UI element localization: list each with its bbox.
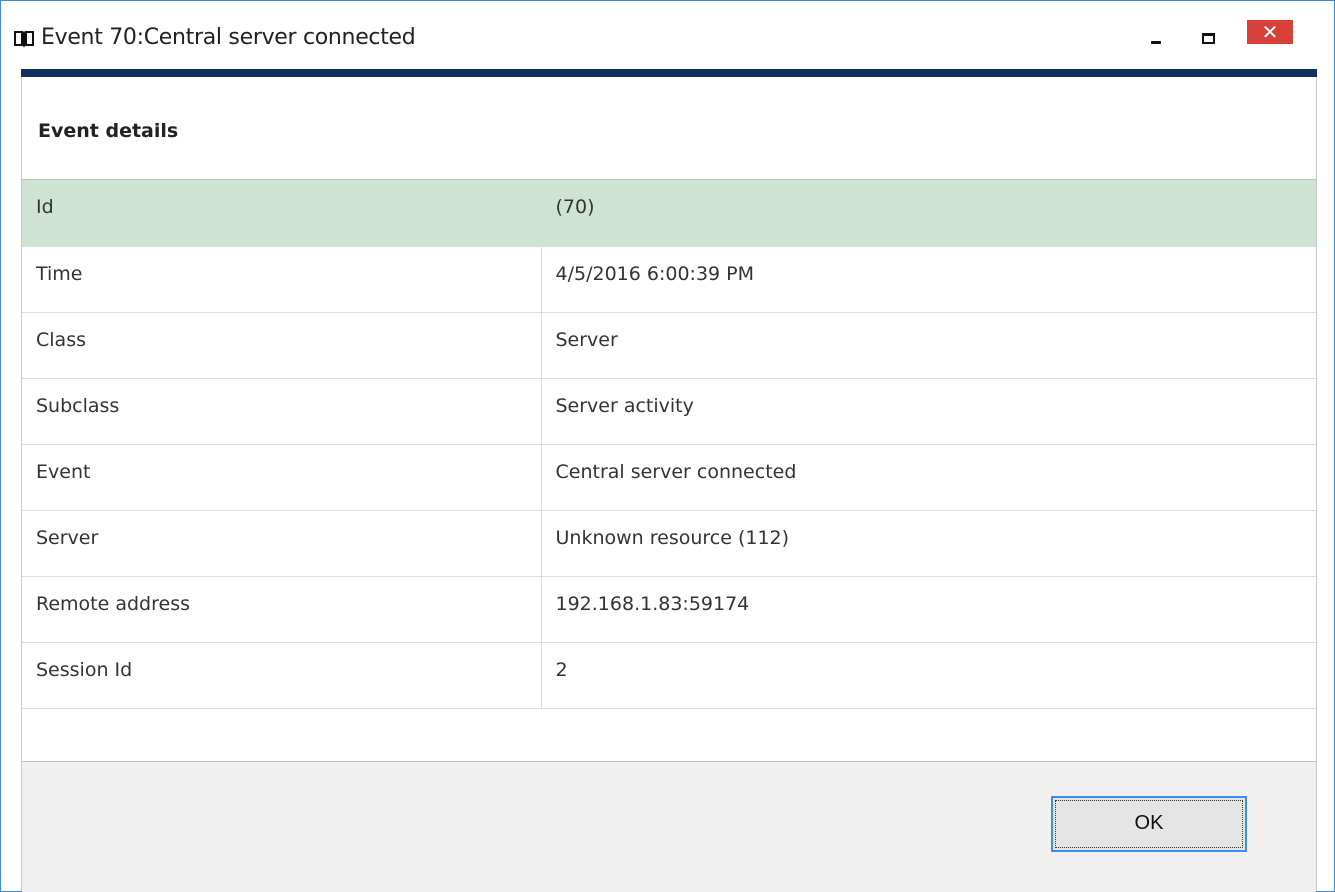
details-row-value: Server bbox=[541, 312, 1316, 379]
details-row-key: Server bbox=[22, 510, 542, 577]
minimize-icon bbox=[1151, 41, 1161, 44]
details-row[interactable]: Class Server bbox=[22, 312, 1316, 379]
details-row-key: Id bbox=[22, 180, 542, 247]
details-table: Id (70) Time 4/5/2016 6:00:39 PM Class Server… bbox=[22, 180, 1316, 709]
dialog-footer: OK bbox=[22, 761, 1316, 892]
details-row-key: Subclass bbox=[22, 378, 542, 445]
details-row[interactable]: Id (70) bbox=[22, 180, 1316, 247]
details-row[interactable]: Remote address 192.168.1.83:59174 bbox=[22, 576, 1316, 643]
details-row[interactable]: Server Unknown resource (112) bbox=[22, 510, 1316, 577]
details-row[interactable]: Subclass Server activity bbox=[22, 378, 1316, 445]
close-icon: ✕ bbox=[1261, 20, 1279, 44]
details-row-value: 4/5/2016 6:00:39 PM bbox=[541, 246, 1316, 313]
maximize-button[interactable] bbox=[1189, 23, 1229, 53]
details-row-value: Server activity bbox=[541, 378, 1316, 445]
close-button[interactable]: ✕ bbox=[1247, 20, 1293, 44]
details-row[interactable]: Session Id 2 bbox=[22, 642, 1316, 709]
event-details-window: Event 70:Central server connected ✕ Even… bbox=[0, 0, 1335, 892]
title-bar[interactable]: Event 70:Central server connected ✕ bbox=[1, 1, 1334, 69]
details-row-key: Session Id bbox=[22, 642, 542, 709]
details-row[interactable]: Event Central server connected bbox=[22, 444, 1316, 511]
book-icon bbox=[14, 31, 34, 48]
ok-button[interactable]: OK bbox=[1051, 796, 1247, 852]
details-row[interactable]: Time 4/5/2016 6:00:39 PM bbox=[22, 246, 1316, 313]
details-row-value: Central server connected bbox=[541, 444, 1316, 511]
dialog-content: Event details Id (70) Time 4/5/2016 6:00:39… bbox=[21, 77, 1317, 892]
focus-rectangle bbox=[1055, 800, 1243, 848]
details-row-value: Unknown resource (112) bbox=[541, 510, 1316, 577]
window-title: Event 70:Central server connected bbox=[41, 25, 416, 50]
details-row-key: Remote address bbox=[22, 576, 542, 643]
section-header: Event details bbox=[22, 77, 1316, 180]
details-row-value: 2 bbox=[541, 642, 1316, 709]
maximize-icon bbox=[1202, 33, 1215, 44]
details-row-key: Event bbox=[22, 444, 542, 511]
minimize-button[interactable] bbox=[1137, 23, 1177, 53]
details-row-key: Class bbox=[22, 312, 542, 379]
details-row-value: (70) bbox=[541, 180, 1316, 247]
details-row-key: Time bbox=[22, 246, 542, 313]
section-title: Event details bbox=[38, 120, 179, 142]
details-row-value: 192.168.1.83:59174 bbox=[541, 576, 1316, 643]
accent-bar bbox=[21, 69, 1317, 77]
